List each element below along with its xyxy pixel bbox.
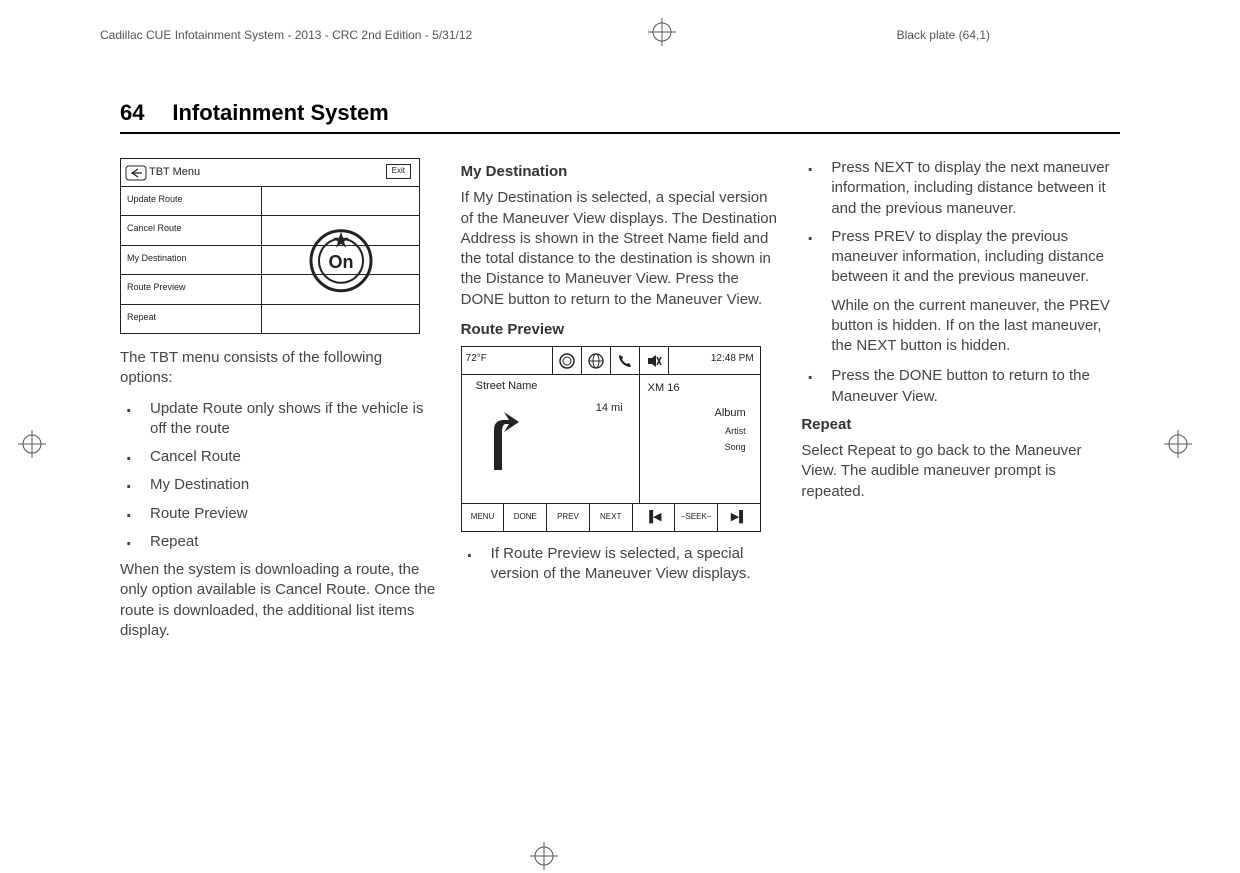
exit-button: Exit bbox=[386, 164, 411, 179]
column-2: My Destination If My Destination is sele… bbox=[461, 158, 780, 651]
list-item: Press PREV to display the previous maneu… bbox=[801, 227, 1120, 288]
column-3: Press NEXT to display the next maneuver … bbox=[801, 158, 1120, 651]
plate-info: Black plate (64,1) bbox=[897, 28, 990, 42]
list-item: Press NEXT to display the next maneuver … bbox=[801, 158, 1120, 219]
crop-icon bbox=[18, 430, 46, 458]
crop-mark-bottom bbox=[530, 842, 558, 873]
tbt-outro-text: When the system is downloading a route, … bbox=[120, 560, 439, 641]
menu-button: MENU bbox=[462, 504, 505, 531]
list-item: If Route Preview is selected, a special … bbox=[461, 544, 780, 585]
list-item: Update Route only shows if the vehicle i… bbox=[120, 399, 439, 440]
crop-icon bbox=[530, 842, 558, 870]
temperature-display: 72°F bbox=[462, 347, 532, 374]
column-1: TBT Menu Exit Update Route Cancel Route … bbox=[120, 158, 439, 651]
svg-text:On: On bbox=[328, 252, 353, 272]
artist-label: Artist bbox=[648, 425, 752, 437]
song-label: Song bbox=[648, 441, 752, 453]
tbt-options-list: Update Route only shows if the vehicle i… bbox=[120, 399, 439, 553]
skip-back-icon: ▐◀ bbox=[633, 504, 676, 531]
onstar-icon bbox=[552, 347, 582, 374]
page-number: 64 bbox=[120, 100, 144, 126]
phone-icon bbox=[610, 347, 640, 374]
xm-channel: XM 16 bbox=[648, 381, 752, 396]
repeat-heading: Repeat bbox=[801, 415, 1120, 435]
turn-arrow-icon bbox=[474, 405, 524, 478]
seek-button: –SEEK– bbox=[675, 504, 718, 531]
album-label: Album bbox=[648, 406, 752, 421]
list-item: Repeat bbox=[120, 532, 439, 552]
list-item: Press the DONE button to return to the M… bbox=[801, 366, 1120, 407]
page-content: 64 Infotainment System TBT Menu Exit Upd… bbox=[120, 100, 1120, 651]
route-preview-heading: Route Preview bbox=[461, 320, 780, 340]
repeat-text: Select Repeat to go back to the Maneuver… bbox=[801, 441, 1120, 502]
crop-mark-left bbox=[18, 430, 46, 461]
crop-mark-top bbox=[648, 18, 676, 49]
my-destination-text: If My Destination is selected, a special… bbox=[461, 188, 780, 310]
mute-icon bbox=[639, 347, 669, 374]
route-preview-screenshot: 72°F bbox=[461, 346, 761, 532]
tbt-menu-screenshot: TBT Menu Exit Update Route Cancel Route … bbox=[120, 158, 420, 334]
distance-label: 14 mi bbox=[596, 401, 623, 416]
globe-icon bbox=[581, 347, 611, 374]
my-destination-heading: My Destination bbox=[461, 162, 780, 182]
doc-id: Cadillac CUE Infotainment System - 2013 … bbox=[100, 28, 472, 42]
crop-mark-right bbox=[1164, 430, 1192, 461]
crop-icon bbox=[648, 18, 676, 46]
next-button: NEXT bbox=[590, 504, 633, 531]
time-display: 12:48 PM bbox=[690, 347, 760, 374]
back-icon bbox=[125, 165, 145, 181]
list-item: Route Preview bbox=[120, 504, 439, 524]
tbt-intro-text: The TBT menu consists of the following o… bbox=[120, 348, 439, 389]
skip-forward-icon: ▶▌ bbox=[718, 504, 760, 531]
list-item: Cancel Route bbox=[120, 447, 439, 467]
tbt-menu-title: TBT Menu bbox=[149, 165, 200, 180]
page-header: 64 Infotainment System bbox=[120, 100, 1120, 134]
crop-icon bbox=[1164, 430, 1192, 458]
list-item: My Destination bbox=[120, 475, 439, 495]
prev-button: PREV bbox=[547, 504, 590, 531]
page-title: Infotainment System bbox=[172, 100, 388, 126]
street-name-label: Street Name bbox=[476, 379, 538, 394]
indent-note: While on the current maneuver, the PREV … bbox=[801, 296, 1120, 357]
done-button: DONE bbox=[504, 504, 547, 531]
onstar-logo-icon: On bbox=[306, 226, 376, 301]
